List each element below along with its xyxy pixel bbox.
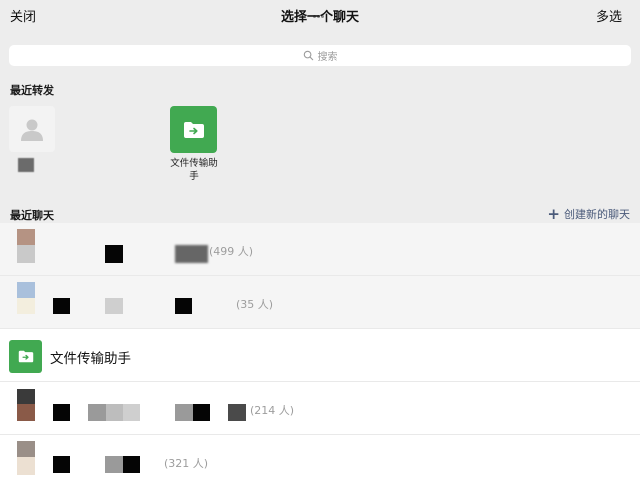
redacted-block xyxy=(175,404,193,421)
recent-forward-heading: 最近转发 xyxy=(10,84,54,97)
redacted-name xyxy=(18,158,34,172)
folder-arrow-icon xyxy=(170,106,217,153)
redacted-block xyxy=(105,298,123,314)
create-new-chat-label: 创建新的聊天 xyxy=(564,208,630,221)
redacted-block xyxy=(193,404,210,421)
redacted-block xyxy=(105,245,123,263)
recent-forward-file-helper[interactable]: 文件传输助手 xyxy=(170,106,218,182)
file-helper-name: 文件传输助手 xyxy=(170,158,218,182)
redacted-block xyxy=(53,404,70,421)
search-icon xyxy=(303,50,313,61)
redacted-block xyxy=(175,298,192,314)
chat-row-group[interactable]: (35 人) xyxy=(0,276,640,329)
redacted-block xyxy=(123,456,140,473)
plus-icon: + xyxy=(547,204,560,223)
redacted-block xyxy=(53,456,70,473)
redacted-block xyxy=(105,456,123,473)
group-avatar xyxy=(17,441,35,475)
member-count: (214 人) xyxy=(250,404,295,417)
redacted-block xyxy=(106,404,123,421)
member-count: (321 人) xyxy=(164,457,209,470)
recent-forward-contact[interactable] xyxy=(9,106,57,176)
folder-arrow-icon xyxy=(9,340,42,373)
redacted-block xyxy=(123,404,140,421)
member-count: (499 人) xyxy=(209,245,254,258)
search-input[interactable]: 搜索 xyxy=(9,45,631,66)
redacted-block xyxy=(175,245,208,263)
page-title: 选择一个聊天 xyxy=(280,10,359,25)
top-bar: 关闭 选择一个聊天 多选 xyxy=(0,0,640,32)
group-avatar xyxy=(17,282,35,314)
group-avatar xyxy=(17,229,35,263)
search-placeholder: 搜索 xyxy=(317,52,338,63)
chat-row-group[interactable]: (214 人) xyxy=(0,382,640,435)
redacted-block xyxy=(228,404,246,421)
chat-row-group[interactable]: (321 人) xyxy=(0,435,640,480)
create-new-chat-button[interactable]: + 创建新的聊天 xyxy=(547,206,630,222)
chat-row-group[interactable]: (499 人) xyxy=(0,223,640,276)
member-count: (35 人) xyxy=(236,298,274,311)
recent-chats-heading: 最近聊天 xyxy=(10,209,54,222)
redacted-block xyxy=(88,404,106,421)
chat-row-file-helper[interactable]: 文件传输助手 xyxy=(0,329,640,382)
multi-select-button[interactable]: 多选 xyxy=(596,6,622,25)
redacted-block xyxy=(53,298,70,314)
chat-picker-screen: 关闭 选择一个聊天 多选 搜索 最近转发 文件传输助手 最近聊天 + 创建新的聊… xyxy=(0,0,640,480)
group-avatar xyxy=(17,389,35,421)
default-avatar-icon xyxy=(9,106,55,152)
chat-name: 文件传输助手 xyxy=(50,351,131,367)
